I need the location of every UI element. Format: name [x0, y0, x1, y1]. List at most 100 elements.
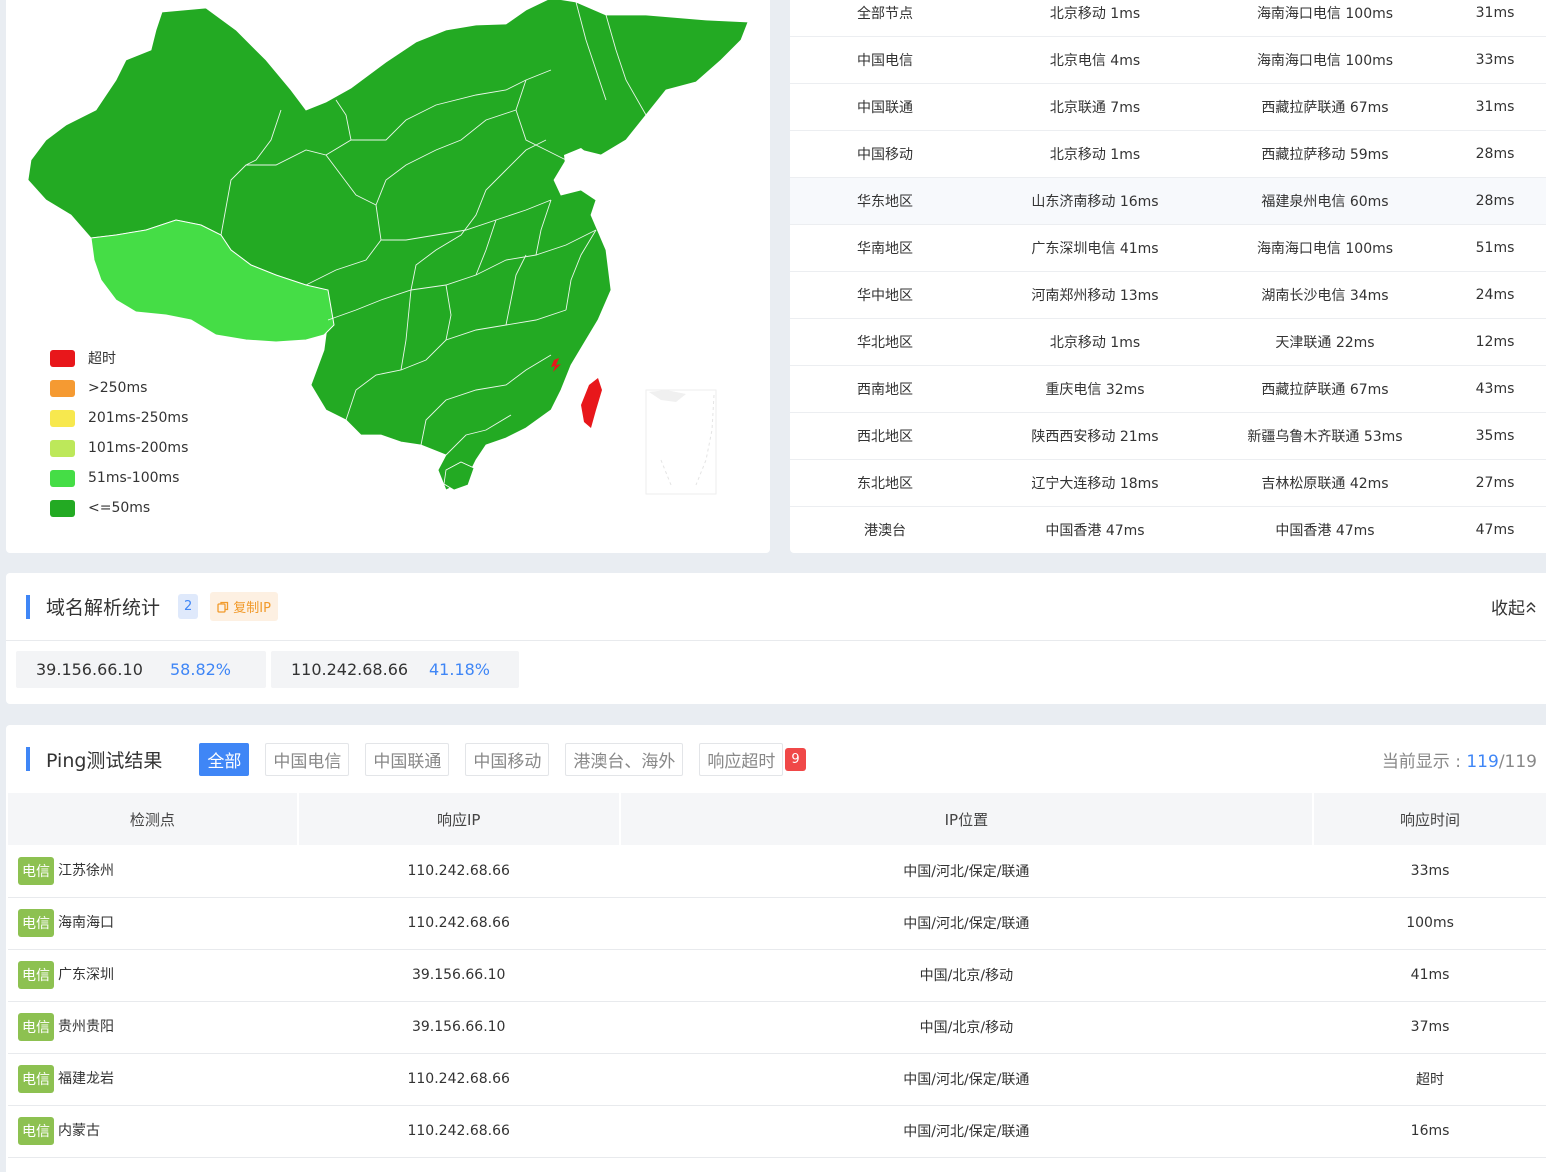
dns-percent: 41.18% — [429, 660, 491, 679]
region-cell-avg: 31ms — [1475, 99, 1515, 115]
region-row[interactable]: 华东地区 山东济南移动 16ms 福建泉州电信 60ms 28ms — [790, 178, 1546, 225]
table-row[interactable]: 电信 海南海口 110.242.68.66 中国/河北/保定/联通 100ms — [8, 897, 1546, 950]
ping-filter-tabs: 全部 中国电信 中国联通 中国移动 港澳台、海外 响应超时 9 — [199, 742, 806, 776]
dns-stats-card: 域名解析统计 2 复制IP 收起 39.156.66.10 58.82% 110.2… — [6, 573, 1546, 704]
ip-cell: 39.156.66.10 — [297, 1001, 620, 1054]
region-cell-slowest: 中国香港 47ms — [1275, 523, 1375, 539]
map-region-taiwan — [581, 378, 602, 428]
region-row[interactable]: 中国电信 北京电信 4ms 海南海口电信 100ms 33ms — [790, 37, 1546, 84]
node-name: 贵州贵阳 — [58, 1019, 114, 1035]
dns-ip-item[interactable]: 110.242.68.66 41.18% — [271, 651, 519, 688]
table-row[interactable]: 电信 贵州贵阳 39.156.66.10 中国/北京/移动 37ms — [8, 1001, 1546, 1054]
region-row[interactable]: 西北地区 陕西西安移动 21ms 新疆乌鲁木齐联通 53ms 35ms — [790, 413, 1546, 460]
timeout-count-badge: 9 — [785, 747, 806, 771]
region-cell-avg: 51ms — [1475, 240, 1515, 256]
region-cell-slowest: 福建泉州电信 60ms — [1261, 194, 1389, 210]
legend-label: >250ms — [88, 380, 148, 396]
region-cell-avg: 31ms — [1475, 5, 1515, 21]
legend-label: 超时 — [88, 351, 116, 367]
ping-results-table: 检测点 响应IP IP位置 响应时间 电信 江苏徐州 110.242.68.66 中国/河北… — [8, 793, 1546, 1158]
tab-telecom[interactable]: 中国电信 — [265, 742, 350, 776]
ip-cell: 39.156.66.10 — [297, 949, 620, 1002]
region-stats-card: 全部节点 北京移动 1ms 海南海口电信 100ms 31ms 中国电信 北京电信 4ms… — [790, 0, 1546, 553]
region-cell-region: 港澳台 — [864, 523, 906, 539]
region-cell-fastest: 北京移动 1ms — [1049, 147, 1141, 163]
legend-item[interactable]: <=50ms — [50, 493, 188, 523]
legend-label: <=50ms — [88, 500, 151, 516]
ip-cell: 110.242.68.66 — [297, 1053, 620, 1106]
collapse-button[interactable]: 收起 — [1491, 594, 1537, 619]
region-cell-avg: 47ms — [1475, 522, 1515, 538]
node-name: 江苏徐州 — [58, 862, 114, 879]
south-china-sea-inset — [645, 389, 717, 495]
display-count-label: 当前显示 : — [1381, 751, 1467, 772]
legend-item[interactable]: >250ms — [50, 373, 188, 403]
region-row[interactable]: 东北地区 辽宁大连移动 18ms 吉林松原联通 42ms 27ms — [790, 460, 1546, 507]
region-cell-region: 中国联通 — [857, 100, 913, 116]
region-cell-slowest: 天津联通 22ms — [1275, 335, 1375, 351]
region-cell-slowest: 新疆乌鲁木齐联通 53ms — [1247, 429, 1403, 445]
region-cell-region: 西南地区 — [857, 382, 913, 398]
dns-ip-item[interactable]: 39.156.66.10 58.82% — [16, 651, 266, 688]
time-cell: 100ms — [1313, 897, 1546, 950]
region-row[interactable]: 华中地区 河南郑州移动 13ms 湖南长沙电信 34ms 24ms — [790, 272, 1546, 319]
tab-unicom[interactable]: 中国联通 — [365, 742, 450, 776]
ip-cell: 110.242.68.66 — [297, 845, 620, 898]
display-count: 当前显示 : 119/119 — [1382, 747, 1537, 772]
node-cell: 电信 广东深圳 — [8, 949, 298, 1002]
col-time[interactable]: 响应时间 — [1313, 793, 1546, 845]
region-row[interactable]: 西南地区 重庆电信 32ms 西藏拉萨联通 67ms 43ms — [790, 366, 1546, 413]
col-ip[interactable]: 响应IP — [297, 793, 621, 845]
legend-item[interactable]: 101ms-200ms — [50, 433, 188, 463]
col-location[interactable]: IP位置 — [619, 793, 1315, 845]
region-cell-avg: 33ms — [1475, 52, 1515, 68]
region-cell-fastest: 中国香港 47ms — [1045, 523, 1145, 539]
legend-item[interactable]: 51ms-100ms — [50, 463, 188, 493]
node-cell: 电信 贵州贵阳 — [8, 1001, 298, 1054]
legend-swatch — [50, 409, 75, 427]
table-row[interactable]: 电信 广东深圳 39.156.66.10 中国/北京/移动 41ms — [8, 949, 1546, 1002]
region-cell-region: 全部节点 — [857, 6, 913, 22]
region-cell-fastest: 北京移动 1ms — [1049, 6, 1141, 22]
region-cell-slowest: 吉林松原联通 42ms — [1261, 476, 1389, 492]
copy-ip-button[interactable]: 复制IP — [210, 592, 278, 621]
time-cell: 37ms — [1313, 1001, 1546, 1054]
accent-bar — [26, 747, 30, 771]
region-row[interactable]: 全部节点 北京移动 1ms 海南海口电信 100ms 31ms — [790, 0, 1546, 37]
ping-table-header: 检测点 响应IP IP位置 响应时间 — [8, 793, 1546, 845]
legend-swatch — [50, 349, 75, 367]
time-cell: 33ms — [1313, 845, 1546, 898]
region-cell-avg: 28ms — [1475, 193, 1515, 209]
chevron-double-up-icon — [1526, 601, 1536, 612]
region-cell-avg: 27ms — [1475, 475, 1515, 491]
region-cell-slowest: 湖南长沙电信 34ms — [1261, 288, 1389, 304]
isp-tag: 电信 — [18, 856, 54, 885]
region-row[interactable]: 港澳台 中国香港 47ms 中国香港 47ms 47ms — [790, 507, 1546, 553]
region-cell-region: 东北地区 — [857, 476, 913, 492]
tab-timeout[interactable]: 响应超时 — [699, 742, 784, 776]
region-row[interactable]: 中国联通 北京联通 7ms 西藏拉萨联通 67ms 31ms — [790, 84, 1546, 131]
dns-ip: 39.156.66.10 — [36, 660, 143, 679]
region-row[interactable]: 中国移动 北京移动 1ms 西藏拉萨移动 59ms 28ms — [790, 131, 1546, 178]
table-row[interactable]: 电信 内蒙古 110.242.68.66 中国/河北/保定/联通 16ms — [8, 1105, 1546, 1158]
legend-item[interactable]: 超时 — [50, 343, 188, 373]
table-row[interactable]: 电信 福建龙岩 110.242.68.66 中国/河北/保定/联通 超时 — [8, 1053, 1546, 1106]
region-cell-region: 华南地区 — [857, 241, 913, 257]
tab-mobile[interactable]: 中国移动 — [465, 742, 550, 776]
legend-label: 201ms-250ms — [88, 410, 189, 426]
copy-icon — [217, 601, 229, 613]
region-row[interactable]: 华南地区 广东深圳电信 41ms 海南海口电信 100ms 51ms — [790, 225, 1546, 272]
location-cell: 中国/河北/保定/联通 — [619, 845, 1314, 898]
table-row[interactable]: 电信 江苏徐州 110.242.68.66 中国/河北/保定/联通 33ms — [8, 845, 1546, 898]
region-row[interactable]: 华北地区 北京移动 1ms 天津联通 22ms 12ms — [790, 319, 1546, 366]
tab-all[interactable]: 全部 — [199, 742, 250, 776]
isp-tag: 电信 — [18, 1117, 54, 1145]
region-cell-region: 华中地区 — [857, 288, 913, 304]
legend-item[interactable]: 201ms-250ms — [50, 403, 188, 433]
region-cell-region: 华东地区 — [857, 194, 913, 210]
col-node[interactable]: 检测点 — [8, 793, 299, 845]
dns-ip-list: 39.156.66.10 58.82% 110.242.68.66 41.18% — [6, 641, 1546, 688]
tab-hk-mo-tw-overseas[interactable]: 港澳台、海外 — [565, 742, 684, 776]
display-total: 119 — [1504, 751, 1537, 772]
region-cell-avg: 24ms — [1475, 287, 1515, 303]
